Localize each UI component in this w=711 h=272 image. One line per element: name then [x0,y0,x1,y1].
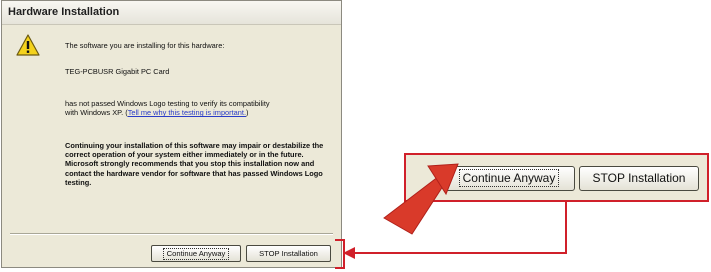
logo-testing-link[interactable]: Tell me why this testing is important. [128,108,246,117]
warning-icon [16,34,40,56]
divider [10,233,333,235]
zoom-continue-anyway-label: Continue Anyway [458,169,560,187]
title-bar: Hardware Installation [2,1,341,25]
connector-line [352,202,567,254]
device-name: TEG-PCBUSR Gigabit PC Card [65,67,170,76]
zoomed-buttons-panel: Continue Anyway STOP Installation [404,153,709,202]
continue-anyway-label: Continue Anyway [162,248,230,260]
hardware-installation-dialog: Hardware Installation The software you a… [1,0,342,268]
buttons-highlight-bracket [335,239,345,269]
continue-anyway-button[interactable]: Continue Anyway [151,245,241,262]
warning-text: Continuing your installation of this sof… [65,141,324,187]
intro-text: The software you are installing for this… [65,41,225,50]
stop-installation-button[interactable]: STOP Installation [246,245,331,262]
logo-testing-text: has not passed Windows Logo testing to v… [65,99,337,118]
logo-text-prefix: with Windows XP. ( [65,108,128,118]
zoom-continue-anyway-button[interactable]: Continue Anyway [443,166,575,191]
logo-text-suffix: ) [246,108,249,118]
dialog-title: Hardware Installation [8,6,120,18]
logo-text-line1: has not passed Windows Logo testing to v… [65,99,270,108]
zoom-stop-installation-button[interactable]: STOP Installation [579,166,699,191]
